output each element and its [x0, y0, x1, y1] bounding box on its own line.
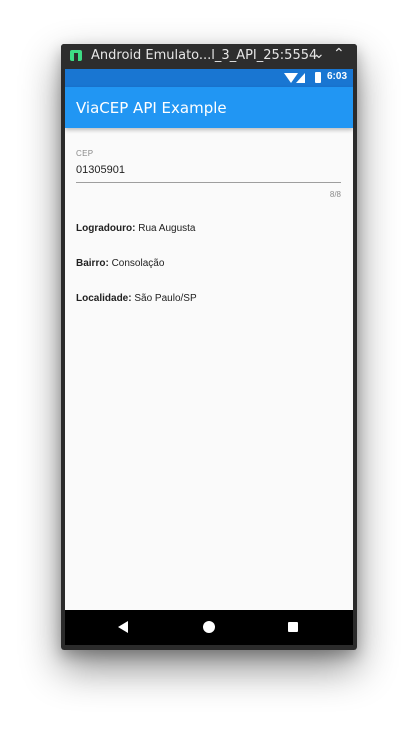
cep-underline — [76, 182, 341, 183]
bairro-label: Bairro: — [76, 258, 109, 269]
device-screen: 6:03 ViaCEP API Example CEP 8/8 Logradou… — [65, 69, 353, 645]
app-bar: ViaCEP API Example — [65, 87, 353, 128]
bairro-value: Consolação — [108, 258, 165, 269]
home-icon[interactable] — [203, 621, 215, 633]
cep-input[interactable] — [76, 159, 341, 181]
logradouro-label: Logradouro: — [76, 223, 136, 234]
navigation-bar — [65, 610, 353, 645]
window-titlebar[interactable]: Android Emulato...l_3_API_25:5554 ⌄ ⌃ — [61, 44, 357, 69]
localidade-row: Localidade: São Paulo/SP — [76, 293, 197, 304]
localidade-label: Localidade: — [76, 293, 132, 304]
logradouro-value: Rua Augusta — [135, 223, 196, 234]
localidade-value: São Paulo/SP — [131, 293, 197, 304]
signal-icon — [296, 73, 305, 83]
logradouro-row: Logradouro: Rua Augusta — [76, 223, 195, 234]
emulator-window: Android Emulato...l_3_API_25:5554 ⌄ ⌃ 6:… — [61, 44, 357, 650]
battery-icon — [315, 72, 321, 83]
status-bar: 6:03 — [65, 69, 353, 87]
cep-label: CEP — [76, 149, 94, 158]
back-icon[interactable] — [118, 621, 128, 633]
chevron-down-icon[interactable]: ⌄ — [313, 46, 325, 62]
status-time: 6:03 — [327, 71, 348, 82]
bairro-row: Bairro: Consolação — [76, 258, 164, 269]
chevron-up-icon[interactable]: ⌃ — [333, 46, 345, 62]
window-title: Android Emulato...l_3_API_25:5554 — [91, 48, 318, 63]
android-icon — [70, 50, 82, 61]
app-title: ViaCEP API Example — [76, 99, 227, 117]
cep-counter: 8/8 — [329, 190, 341, 199]
recents-icon[interactable] — [288, 622, 298, 632]
